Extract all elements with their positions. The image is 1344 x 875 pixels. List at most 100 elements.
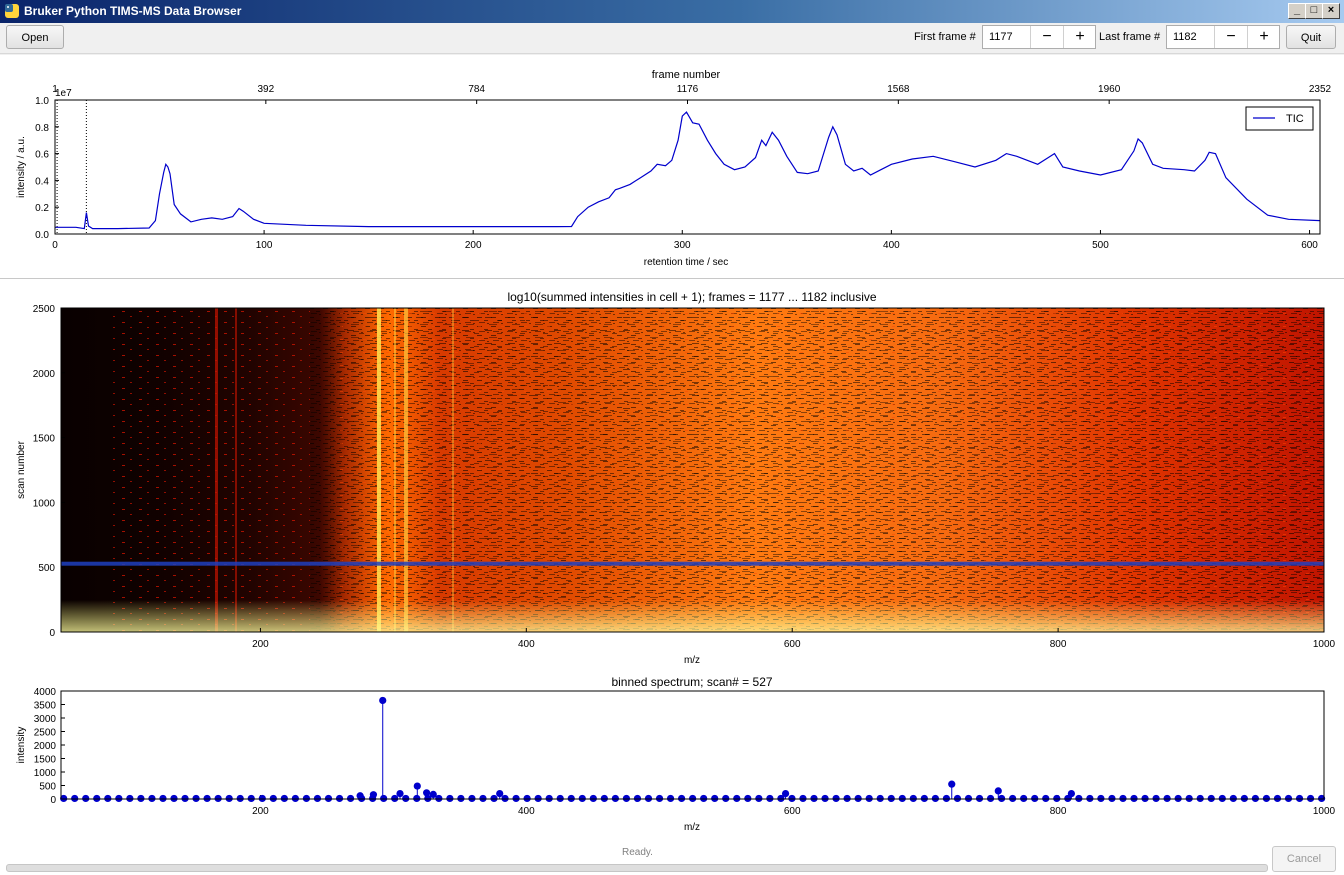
spectrum-point [700,794,708,803]
spectrum-point [821,794,829,803]
spectrum-point [490,794,498,803]
spectrum-point [722,794,730,803]
spectrum-point [126,794,134,803]
spectrum-point [269,794,277,803]
spectrum-y-tick-label: 1000 [34,768,57,779]
spectrum-point [291,794,299,803]
tic-top-xlabel: frame number [652,69,721,81]
spectrum-point [402,794,410,803]
tic-x-tick-label: 100 [256,240,273,251]
spectrum-point [1196,794,1204,803]
spectrum-point [1174,794,1182,803]
first-frame-increment-button[interactable]: + [1063,26,1096,48]
first-frame-spinbox[interactable]: 1177 − + [982,25,1096,49]
selected-scan-indicator[interactable] [61,561,1324,566]
spectrum-point [159,794,167,803]
spectrum-point [302,794,311,803]
spectrum-point [1251,794,1259,803]
close-button[interactable]: × [1322,3,1340,19]
tic-y-tick-label: 1.0 [35,96,49,107]
spectrum-point [1295,794,1304,803]
spectrum-point [622,794,631,803]
spectrum-point [379,696,387,705]
status-text: Ready. [622,847,653,858]
heatmap-x-tick-label: 400 [518,639,535,650]
spectrum-point [854,794,862,803]
spectrum-point [396,790,404,798]
spectrum-point [181,794,189,803]
last-frame-increment-button[interactable]: + [1247,26,1280,48]
spectrum-point [948,780,956,788]
last-frame-value[interactable]: 1182 [1173,31,1197,43]
spectrum-point [468,794,476,803]
spectrum-y-tick-label: 0 [50,795,56,806]
spectrum-point [1229,794,1237,803]
spectrum-point [247,794,255,803]
spectrum-point [788,794,796,803]
spectrum-point [1306,794,1315,803]
spectrum-point [953,794,962,803]
open-button[interactable]: Open [6,25,64,49]
spectrum-point [677,794,686,803]
spectrum-point [258,794,266,803]
tic-x-tick-label: 600 [1301,240,1318,251]
horizontal-scrollbar[interactable] [6,864,1268,872]
first-frame-value[interactable]: 1177 [989,31,1013,43]
tic-y-tick-label: 0.6 [35,150,49,161]
spectrum-point [1097,794,1105,803]
spectrum-point [733,794,741,803]
heatmap-xlabel: m/z [684,655,700,666]
heatmap-panel[interactable]: log10(summed intensities in cell + 1); f… [16,290,1336,666]
plot-canvas[interactable]: frame number 1 392 784 1176 1568 1960 2352 1e7… [0,55,1344,875]
spectrum-point [501,794,509,803]
spectrum-point [909,794,917,803]
spectrum-point [413,794,421,803]
spectrum-point [1218,794,1226,803]
cancel-button[interactable]: Cancel [1272,846,1336,872]
spectrum-point [832,794,840,803]
spectrum-point [170,794,178,803]
spectrum-point [313,794,322,803]
first-frame-label: First frame # [914,31,976,43]
maximize-button[interactable]: □ [1305,3,1323,19]
spectrum-point [82,794,90,803]
spectrum-point [799,794,807,803]
tic-y-tick-label: 0.4 [35,176,49,187]
spectrum-point [335,794,344,803]
spectrum-point [346,794,355,803]
quit-button[interactable]: Quit [1286,25,1336,49]
spectrum-point [711,794,719,803]
spectrum-point [611,794,619,803]
spectrum-xlabel: m/z [684,822,700,833]
heatmap-x-tick-label: 600 [784,639,801,650]
heatmap-title: log10(summed intensities in cell + 1); f… [507,290,876,304]
tic-x-tick-label: 300 [674,240,691,251]
spectrum-point [1042,794,1050,803]
last-frame-spinbox[interactable]: 1182 − + [1166,25,1280,49]
spectrum-point [994,787,1002,795]
spectrum-point [512,794,520,803]
spectrum-point [887,794,895,803]
spectrum-x-tick-label: 400 [518,806,535,817]
spectrum-x-tick-label: 800 [1050,806,1067,817]
heatmap-x-tick-label: 800 [1050,639,1067,650]
tic-top-tick-label: 1960 [1098,84,1121,95]
spectrum-point [1284,794,1293,803]
spectrum-point [214,794,222,803]
spectrum-ylabel: intensity [16,727,27,764]
heatmap-image[interactable] [61,308,1324,632]
tic-y-scale-label: 1e7 [55,88,72,99]
spectrum-point [93,794,101,803]
spectrum-point [1020,794,1028,803]
spectrum-point [1108,794,1116,803]
spectrum-point [534,794,542,803]
spectrum-title: binned spectrum; scan# = 527 [611,675,772,689]
spectrum-point [137,794,145,803]
last-frame-decrement-button[interactable]: − [1214,26,1247,48]
tic-x-tick-label: 0 [52,240,58,251]
spectrum-point [523,794,531,803]
spectrum-point [423,789,431,797]
minimize-button[interactable]: _ [1288,3,1306,19]
first-frame-decrement-button[interactable]: − [1030,26,1063,48]
tic-top-tick-label: 1568 [887,84,910,95]
